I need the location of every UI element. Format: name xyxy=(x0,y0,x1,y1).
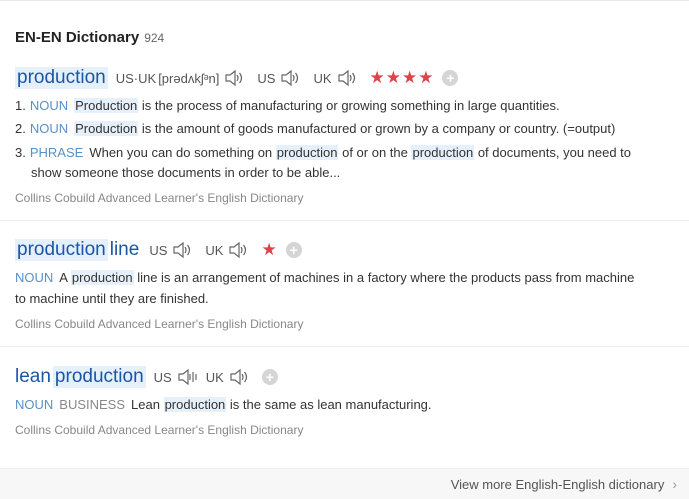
def-text-pre: When you can do something on xyxy=(89,145,276,160)
def-number: 1. xyxy=(15,98,26,113)
view-more-link[interactable]: View more English-English dictionary › xyxy=(451,476,677,492)
def-text-cont: show someone those documents in order to… xyxy=(31,165,341,180)
part-of-speech: NOUN xyxy=(29,121,69,136)
entry-production-line: production line US UK ★ + NOUN A producti… xyxy=(0,221,689,347)
frequency-stars: ★ xyxy=(261,240,278,259)
definition-1: NOUN A production line is an arrangement … xyxy=(15,268,634,288)
top-divider xyxy=(0,0,689,1)
headword-row: production US·UK [prədʌkʃᵊn] US UK ★★★★ … xyxy=(15,66,459,90)
pron-label-us: US xyxy=(257,70,276,86)
pron-label-us-uk: US·UK xyxy=(115,70,157,86)
ipa-text: [prədʌkʃᵊn] xyxy=(158,70,220,86)
def-text: line is an arrangement of machines in a … xyxy=(133,270,635,285)
definition-2: 2. NOUN Production is the amount of goods … xyxy=(15,119,615,139)
add-icon[interactable]: + xyxy=(442,70,459,86)
definition-3-continued: show someone those documents in order to… xyxy=(31,163,340,183)
part-of-speech: NOUN xyxy=(29,98,69,113)
source-label: Collins Cobuild Advanced Learner's Engli… xyxy=(15,191,304,205)
add-icon[interactable]: + xyxy=(285,242,302,258)
footer-bar: View more English-English dictionary › xyxy=(0,468,689,499)
headword-part: production xyxy=(15,239,108,261)
speaker-icon[interactable] xyxy=(336,68,358,88)
headword-part: line xyxy=(109,239,140,260)
def-text-mid: of or on the xyxy=(338,145,412,160)
entry-lean-production: lean production US UK + NOUN BUSINESS Lean… xyxy=(0,347,689,468)
headword[interactable]: production xyxy=(15,67,108,89)
headword[interactable]: lean production xyxy=(15,366,146,388)
keyword: production xyxy=(70,270,134,285)
chevron-right-icon: › xyxy=(672,476,677,492)
pron-label-us: US xyxy=(153,369,172,385)
dictionary-header: EN-EN Dictionary 924 xyxy=(15,29,164,49)
def-number: 2. xyxy=(15,121,26,136)
speaker-icon[interactable] xyxy=(223,68,245,88)
def-text-pre: A xyxy=(59,270,71,285)
keyword: production xyxy=(411,145,475,160)
speaker-icon[interactable] xyxy=(176,367,198,387)
headword-part: lean xyxy=(15,366,51,387)
speaker-icon[interactable] xyxy=(171,240,193,260)
headword-row: lean production US UK + xyxy=(15,365,278,389)
keyword: production xyxy=(275,145,339,160)
definition-1: 1. NOUN Production is the process of manuf… xyxy=(15,96,560,116)
part-of-speech: NOUN xyxy=(15,397,54,412)
speaker-icon[interactable] xyxy=(228,367,250,387)
speaker-icon[interactable] xyxy=(227,240,249,260)
definition-1-continued: to machine until they are finished. xyxy=(15,289,209,309)
def-text: of documents, you need to xyxy=(474,145,632,160)
pronunciation: US UK xyxy=(149,240,249,260)
headword-part: production xyxy=(52,366,146,388)
headword-part: production xyxy=(15,67,108,89)
pronunciation: US UK xyxy=(154,367,250,387)
def-text: is the process of manufacturing or growi… xyxy=(138,98,560,113)
view-more-label: View more English-English dictionary xyxy=(450,476,665,492)
part-of-speech: NOUN xyxy=(15,270,54,285)
source-label: Collins Cobuild Advanced Learner's Engli… xyxy=(15,423,304,437)
keyword: production xyxy=(163,397,227,412)
def-number: 3. xyxy=(15,145,26,160)
keyword: Production xyxy=(74,98,139,113)
def-text: is the amount of goods manufactured or g… xyxy=(138,121,616,136)
result-count: 924 xyxy=(144,31,165,45)
part-of-speech: PHRASE xyxy=(29,145,84,160)
definition-3: 3. PHRASE When you can do something on pro… xyxy=(15,143,631,163)
pron-label-uk: UK xyxy=(313,70,332,86)
dictionary-title: EN-EN Dictionary xyxy=(15,29,140,46)
source-label: Collins Cobuild Advanced Learner's Engli… xyxy=(15,317,304,331)
def-text: is the same as lean manufacturing. xyxy=(226,397,432,412)
frequency-stars: ★★★★ xyxy=(369,68,435,87)
def-text-cont: to machine until they are finished. xyxy=(15,291,209,306)
entry-production: production US·UK [prədʌkʃᵊn] US UK ★★★★ … xyxy=(0,60,689,221)
pron-label-us: US xyxy=(149,242,168,258)
headword[interactable]: production line xyxy=(15,239,141,261)
domain-label: BUSINESS xyxy=(59,397,126,412)
pron-label-uk: UK xyxy=(205,369,224,385)
definition-1: NOUN BUSINESS Lean production is the same … xyxy=(15,395,432,415)
pronunciation: US·UK [prədʌkʃᵊn] US UK xyxy=(116,68,358,88)
add-icon[interactable]: + xyxy=(261,369,278,385)
keyword: Production xyxy=(74,121,139,136)
headword-row: production line US UK ★ + xyxy=(15,238,302,262)
pron-label-uk: UK xyxy=(205,242,224,258)
speaker-icon[interactable] xyxy=(279,68,301,88)
def-text-pre: Lean xyxy=(131,397,164,412)
